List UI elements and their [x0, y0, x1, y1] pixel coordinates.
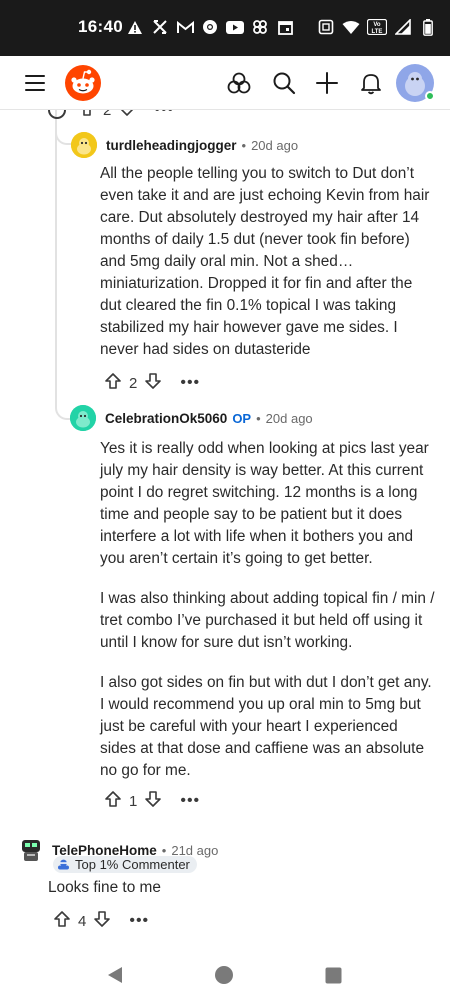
system-nav-bar	[0, 950, 450, 1000]
comment-author-row: CelebrationOk5060 OP • 20d ago	[70, 404, 313, 432]
status-bar: 16:40 Vo LTE	[0, 0, 450, 56]
op-badge: OP	[232, 410, 252, 426]
user-flair: Top 1% Commenter	[53, 856, 197, 873]
more-options-icon[interactable]: •••	[129, 913, 149, 929]
system-icons: Vo LTE	[317, 18, 437, 36]
create-icon	[316, 72, 338, 94]
comment-paragraph: I was also thinking about adding topical…	[100, 590, 435, 651]
comment-paragraph: Yes it is really odd when looking at pic…	[100, 440, 429, 567]
downvote-icon[interactable]	[118, 110, 136, 122]
home-icon	[215, 966, 233, 984]
upvote-icon[interactable]	[78, 110, 96, 122]
notification-icons	[126, 18, 294, 36]
svg-text:LTE: LTE	[372, 29, 383, 35]
vote-count: 1	[129, 792, 138, 810]
author-name[interactable]: turdleheadingjogger	[106, 138, 237, 153]
comment-age: 20d ago	[265, 410, 313, 426]
parent-action-row: 2 •••	[48, 110, 174, 122]
downvote-icon[interactable]	[144, 790, 162, 813]
warning-icon	[126, 18, 144, 36]
more-options-icon[interactable]: •••	[180, 375, 200, 391]
search-button[interactable]	[265, 64, 303, 102]
author-name[interactable]: CelebrationOk5060	[105, 411, 227, 426]
communities-icon	[227, 72, 251, 94]
comment-action-row: 2 •••	[104, 371, 200, 395]
collapse-icon[interactable]	[48, 110, 66, 119]
x-app-icon	[151, 18, 169, 36]
reddit-logo[interactable]	[64, 64, 102, 102]
more-options-icon[interactable]: •••	[154, 110, 174, 118]
avatar[interactable]	[70, 405, 96, 431]
flair-label: Top 1% Commenter	[75, 857, 190, 872]
comment-action-row: 4 •••	[53, 909, 149, 933]
meta-separator: •	[241, 137, 247, 153]
create-post-button[interactable]	[308, 64, 346, 102]
online-status-dot	[425, 91, 435, 101]
user-avatar[interactable]	[396, 64, 435, 102]
back-icon	[108, 967, 122, 983]
gmail-icon	[176, 18, 194, 36]
battery-icon	[419, 18, 437, 36]
more-options-icon[interactable]: •••	[180, 793, 200, 809]
comment-paragraph: I also got sides on fin but with dut I d…	[100, 674, 432, 779]
chrome-icon	[201, 18, 219, 36]
menu-icon	[25, 75, 45, 91]
notifications-icon	[361, 74, 381, 95]
back-button[interactable]	[104, 964, 126, 986]
vote-count: 2	[103, 110, 112, 119]
upvote-icon[interactable]	[104, 790, 122, 813]
pinwheel-icon	[251, 18, 269, 36]
downvote-icon[interactable]	[144, 372, 162, 395]
comment-author-row: turdleheadingjogger • 20d ago	[71, 131, 298, 159]
communities-button[interactable]	[220, 64, 258, 102]
search-icon	[273, 72, 296, 95]
home-button[interactable]	[213, 964, 235, 986]
thread-line	[55, 110, 57, 342]
comment-paragraph: All the people telling you to switch to …	[100, 165, 430, 358]
avatar[interactable]	[71, 132, 97, 158]
calendar-icon	[276, 18, 294, 36]
comment-thread: 2 ••• turdleheadingjogger • 20d ago All …	[0, 110, 450, 950]
upvote-icon[interactable]	[53, 910, 71, 933]
svg-text:Vo: Vo	[373, 22, 381, 28]
recents-icon	[325, 967, 341, 983]
menu-button[interactable]	[16, 64, 54, 102]
app-header	[0, 56, 450, 110]
signal-icon	[394, 18, 412, 36]
thread-connector	[55, 330, 70, 420]
meta-separator: •	[256, 410, 261, 426]
downvote-icon[interactable]	[93, 910, 111, 933]
avatar[interactable]	[18, 837, 44, 863]
upvote-icon[interactable]	[104, 372, 122, 395]
comment-body: Yes it is really odd when looking at pic…	[100, 438, 435, 800]
status-time: 16:40	[78, 17, 123, 36]
vote-count: 2	[129, 374, 138, 392]
wifi-icon	[342, 18, 360, 36]
notifications-button[interactable]	[352, 64, 390, 102]
volte-icon: Vo LTE	[367, 18, 387, 36]
comment-action-row: 1 •••	[104, 789, 200, 813]
youtube-icon	[226, 18, 244, 36]
vote-count: 4	[78, 912, 87, 930]
comment-age: 20d ago	[251, 137, 299, 153]
comment-paragraph: Looks fine to me	[48, 879, 161, 896]
recents-button[interactable]	[322, 964, 344, 986]
crowd-icon	[58, 859, 69, 870]
comment-body: All the people telling you to switch to …	[100, 163, 435, 379]
screenshot-icon	[317, 18, 335, 36]
